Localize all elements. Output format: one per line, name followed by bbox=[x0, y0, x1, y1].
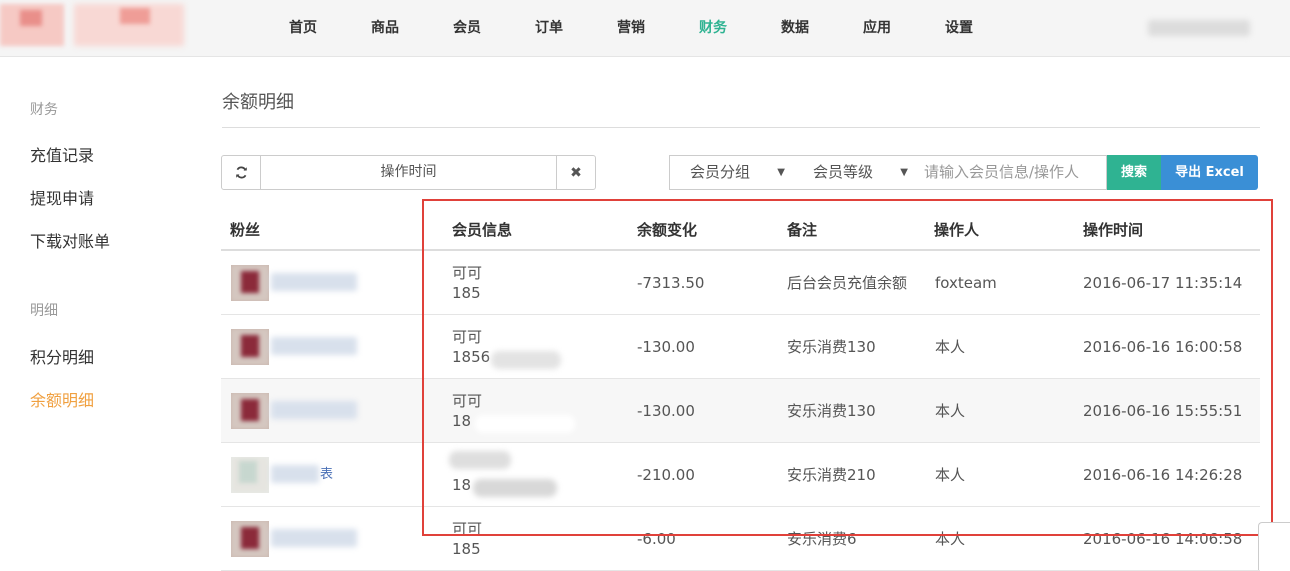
remark: 安乐消费6 bbox=[787, 530, 857, 548]
member-level-select[interactable]: 会员等级 ▼ bbox=[793, 155, 917, 190]
nav-item-marketing[interactable]: 营销 bbox=[590, 0, 672, 56]
fan-nickname bbox=[271, 529, 357, 547]
operation-time: 2016-06-16 16:00:58 bbox=[1083, 338, 1243, 356]
user-account-menu[interactable] bbox=[1148, 20, 1250, 36]
sidebar-item-download-statement[interactable]: 下载对账单 bbox=[30, 228, 110, 252]
clear-date-button[interactable]: ✖ bbox=[556, 156, 595, 189]
operator: 本人 bbox=[935, 530, 966, 548]
nav-item-members[interactable]: 会员 bbox=[426, 0, 508, 56]
avatar bbox=[231, 457, 269, 493]
nav-item-data[interactable]: 数据 bbox=[754, 0, 836, 56]
fan-nickname bbox=[271, 401, 357, 419]
caret-down-icon: ▼ bbox=[900, 167, 908, 178]
fan-nickname bbox=[271, 465, 319, 483]
sidebar-item-withdraw-requests[interactable]: 提现申请 bbox=[30, 185, 94, 209]
column-header-operation-time: 操作时间 bbox=[1083, 221, 1144, 239]
remark: 安乐消费130 bbox=[787, 338, 876, 356]
operation-time: 2016-06-16 14:06:58 bbox=[1083, 530, 1243, 548]
table-row: 可可 185 -6.00 安乐消费6 本人 2016-06-16 14:06:5… bbox=[221, 507, 1260, 571]
operation-time-input[interactable]: 操作时间 bbox=[261, 156, 556, 189]
close-icon: ✖ bbox=[570, 164, 582, 181]
nav-item-goods[interactable]: 商品 bbox=[344, 0, 426, 56]
nav-item-apps[interactable]: 应用 bbox=[836, 0, 918, 56]
member-name: 可可 bbox=[452, 520, 483, 538]
refresh-button[interactable] bbox=[222, 156, 261, 189]
avatar bbox=[231, 265, 269, 301]
member-level-label: 会员等级 bbox=[813, 163, 874, 181]
table-row: 表 18 -210.00 安乐消费210 本人 2016-06-16 14:26… bbox=[221, 443, 1260, 507]
table-header: 粉丝 会员信息 余额变化 备注 操作人 操作时间 bbox=[221, 205, 1260, 251]
operator: 本人 bbox=[935, 338, 966, 356]
search-button[interactable]: 搜索 bbox=[1107, 155, 1161, 190]
resize-handle[interactable] bbox=[1258, 522, 1290, 570]
sidebar: 财务 充值记录 提现申请 下载对账单 明细 积分明细 余额明细 bbox=[0, 57, 190, 568]
export-excel-button[interactable]: 导出 Excel bbox=[1161, 155, 1258, 190]
operator: 本人 bbox=[935, 402, 966, 420]
table-row: 可可 18 -130.00 安乐消费130 本人 2016-06-16 15:5… bbox=[221, 379, 1260, 443]
member-phone: 185 bbox=[452, 284, 481, 302]
avatar bbox=[231, 521, 269, 557]
page-title: 余额明细 bbox=[222, 92, 294, 113]
logo[interactable] bbox=[0, 0, 190, 56]
search-input[interactable]: 请输入会员信息/操作人 bbox=[916, 155, 1107, 190]
balance-change: -6.00 bbox=[637, 530, 676, 548]
top-navbar: 首页 商品 会员 订单 营销 财务 数据 应用 设置 bbox=[0, 0, 1290, 57]
redacted-phone bbox=[475, 415, 575, 433]
balance-change: -210.00 bbox=[637, 466, 695, 484]
sidebar-item-recharge-records[interactable]: 充值记录 bbox=[30, 142, 94, 166]
balance-table: 粉丝 会员信息 余额变化 备注 操作人 操作时间 可可 185 -7313.50… bbox=[221, 205, 1260, 571]
sidebar-heading-details: 明细 bbox=[30, 303, 58, 319]
nav-item-orders[interactable]: 订单 bbox=[508, 0, 590, 56]
column-header-fan: 粉丝 bbox=[230, 221, 261, 239]
column-header-member-info: 会员信息 bbox=[452, 221, 513, 239]
remark: 安乐消费210 bbox=[787, 466, 876, 484]
operation-time: 2016-06-16 14:26:28 bbox=[1083, 466, 1243, 484]
column-header-balance-change: 余额变化 bbox=[637, 221, 698, 239]
nav-item-settings[interactable]: 设置 bbox=[918, 0, 1000, 56]
member-phone: 1856 bbox=[452, 348, 491, 366]
avatar bbox=[231, 393, 269, 429]
fan-nickname bbox=[271, 273, 357, 291]
table-row: 可可 1856 -130.00 安乐消费130 本人 2016-06-16 16… bbox=[221, 315, 1260, 379]
member-phone: 18 bbox=[452, 476, 472, 494]
member-name: 可可 bbox=[452, 328, 483, 346]
balance-change: -130.00 bbox=[637, 402, 695, 420]
date-range-filter: 操作时间 ✖ bbox=[221, 155, 596, 190]
member-group-label: 会员分组 bbox=[690, 163, 751, 181]
column-header-operator: 操作人 bbox=[934, 221, 980, 239]
nav-item-home[interactable]: 首页 bbox=[262, 0, 344, 56]
balance-change: -130.00 bbox=[637, 338, 695, 356]
fan-nickname bbox=[271, 337, 357, 355]
redacted-phone bbox=[473, 479, 557, 497]
nav-item-finance[interactable]: 财务 bbox=[672, 0, 754, 56]
remark: 后台会员充值余额 bbox=[787, 274, 908, 292]
member-phone: 18 bbox=[452, 412, 472, 430]
redacted-phone bbox=[483, 543, 563, 561]
column-header-remark: 备注 bbox=[787, 221, 818, 239]
operator: foxteam bbox=[935, 274, 997, 292]
title-divider bbox=[222, 127, 1260, 128]
avatar bbox=[231, 329, 269, 365]
fan-nickname-suffix[interactable]: 表 bbox=[320, 443, 333, 507]
main-nav: 首页 商品 会员 订单 营销 财务 数据 应用 设置 bbox=[262, 0, 1000, 56]
table-row: 可可 185 -7313.50 后台会员充值余额 foxteam 2016-06… bbox=[221, 251, 1260, 315]
member-group-select[interactable]: 会员分组 ▼ bbox=[669, 155, 794, 190]
sidebar-item-points-details[interactable]: 积分明细 bbox=[30, 344, 94, 368]
member-name: 可可 bbox=[452, 264, 483, 282]
sidebar-item-balance-details[interactable]: 余额明细 bbox=[30, 387, 94, 411]
sidebar-heading-finance: 财务 bbox=[30, 102, 58, 118]
redacted-phone bbox=[491, 351, 561, 369]
balance-change: -7313.50 bbox=[637, 274, 705, 292]
remark: 安乐消费130 bbox=[787, 402, 876, 420]
member-name: 可可 bbox=[452, 392, 483, 410]
refresh-icon bbox=[235, 166, 247, 179]
operation-time: 2016-06-17 11:35:14 bbox=[1083, 274, 1243, 292]
operator: 本人 bbox=[935, 466, 966, 484]
caret-down-icon: ▼ bbox=[777, 167, 785, 178]
operation-time: 2016-06-16 15:55:51 bbox=[1083, 402, 1243, 420]
redacted-name bbox=[449, 451, 511, 469]
member-phone: 185 bbox=[452, 540, 481, 558]
